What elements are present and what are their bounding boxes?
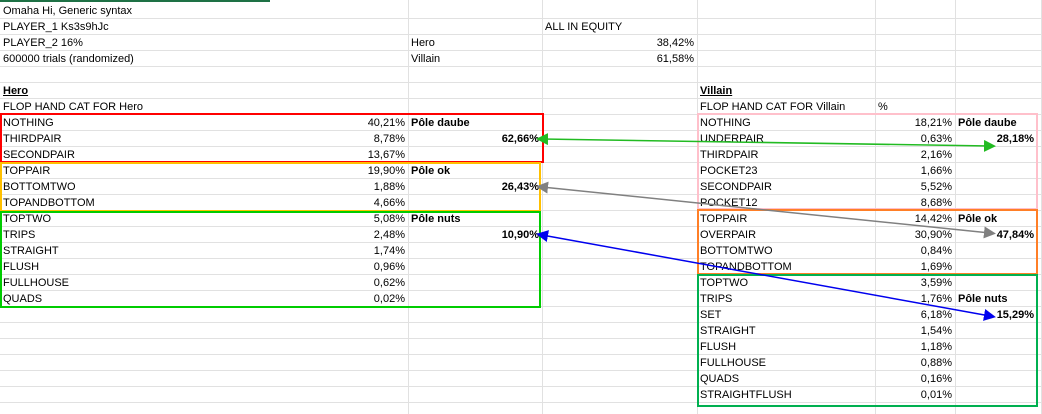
row-divider xyxy=(0,50,1042,51)
villain-row-pct: 0,16% xyxy=(920,373,952,385)
hero-pole-daube-total: 62,66% xyxy=(501,133,539,145)
villain-row-pct: 5,52% xyxy=(920,181,952,193)
villain-pole-nuts-total: 15,29% xyxy=(996,309,1034,321)
villain-row-pct: 1,66% xyxy=(920,165,952,177)
villain-equity-value: 61,58% xyxy=(656,53,694,65)
selected-cell-indicator xyxy=(0,0,270,2)
row-divider xyxy=(0,66,1042,67)
spreadsheet-grid[interactable]: Omaha Hi, Generic syntax PLAYER_1 Ks3s9h… xyxy=(0,0,1042,414)
villain-pole-ok-total: 47,84% xyxy=(996,229,1034,241)
hero-subtitle: FLOP HAND CAT FOR Hero xyxy=(3,101,143,113)
villain-row-pct: 8,68% xyxy=(920,197,952,209)
villain-row-pct: 0,88% xyxy=(920,357,952,369)
player1-cell: PLAYER_1 Ks3s9hJc xyxy=(3,21,109,33)
villain-row-pct: 1,76% xyxy=(920,293,952,305)
villain-row-pct: 1,54% xyxy=(920,325,952,337)
villain-row-pct: 0,63% xyxy=(920,133,952,145)
villain-row-pct: 30,90% xyxy=(914,229,952,241)
hero-pole-nuts-label: Pôle nuts xyxy=(411,213,461,225)
hero-row-pct: 2,48% xyxy=(373,229,405,241)
hero-row-pct: 40,21% xyxy=(367,117,405,129)
hero-row-pct: 0,96% xyxy=(373,261,405,273)
hero-equity-label: Hero xyxy=(411,37,435,49)
hero-row-pct: 0,02% xyxy=(373,293,405,305)
villain-pole-daube-total: 28,18% xyxy=(996,133,1034,145)
villain-pole-ok-label: Pôle ok xyxy=(958,213,998,225)
hero-pole-ok-label: Pôle ok xyxy=(411,165,451,177)
sheet-title: Omaha Hi, Generic syntax xyxy=(3,5,132,17)
villain-section-title: Villain xyxy=(700,85,733,97)
hero-pole-daube-label: Pôle daube xyxy=(411,117,470,129)
hero-pole-ok-total: 26,43% xyxy=(501,181,539,193)
hero-row-pct: 4,66% xyxy=(373,197,405,209)
villain-row-pct: 0,01% xyxy=(920,389,952,401)
villain-pole-nuts-label: Pôle nuts xyxy=(958,293,1008,305)
hero-row-pct: 1,74% xyxy=(373,245,405,257)
villain-pct-header: % xyxy=(878,101,888,113)
hero-row-pct: 19,90% xyxy=(367,165,405,177)
hero-row-pct: 13,67% xyxy=(367,149,405,161)
hero-row-pct: 5,08% xyxy=(373,213,405,225)
hero-row-pct: 1,88% xyxy=(373,181,405,193)
trials-cell: 600000 trials (randomized) xyxy=(3,53,134,65)
villain-equity-label: Villain xyxy=(411,53,441,65)
hero-section-title: Hero xyxy=(3,85,29,97)
villain-row-pct: 18,21% xyxy=(914,117,952,129)
villain-row-pct: 14,42% xyxy=(914,213,952,225)
column-divider xyxy=(955,0,956,414)
row-divider xyxy=(0,18,1042,19)
player2-cell: PLAYER_2 16% xyxy=(3,37,83,49)
hero-row-pct: 8,78% xyxy=(373,133,405,145)
villain-row-pct: 3,59% xyxy=(920,277,952,289)
villain-row-pct: 2,16% xyxy=(920,149,952,161)
villain-row-pct: 1,18% xyxy=(920,341,952,353)
hero-equity-value: 38,42% xyxy=(656,37,694,49)
hero-pole-nuts-total: 10,90% xyxy=(501,229,539,241)
villain-row-pct: 6,18% xyxy=(920,309,952,321)
villain-pole-daube-label: Pôle daube xyxy=(958,117,1017,129)
equity-title: ALL IN EQUITY xyxy=(545,21,623,33)
villain-row-pct: 0,84% xyxy=(920,245,952,257)
villain-row-pct: 1,69% xyxy=(920,261,952,273)
hero-row-pct: 0,62% xyxy=(373,277,405,289)
row-divider xyxy=(0,34,1042,35)
row-divider xyxy=(0,82,1042,83)
villain-subtitle: FLOP HAND CAT FOR Villain xyxy=(700,101,846,113)
